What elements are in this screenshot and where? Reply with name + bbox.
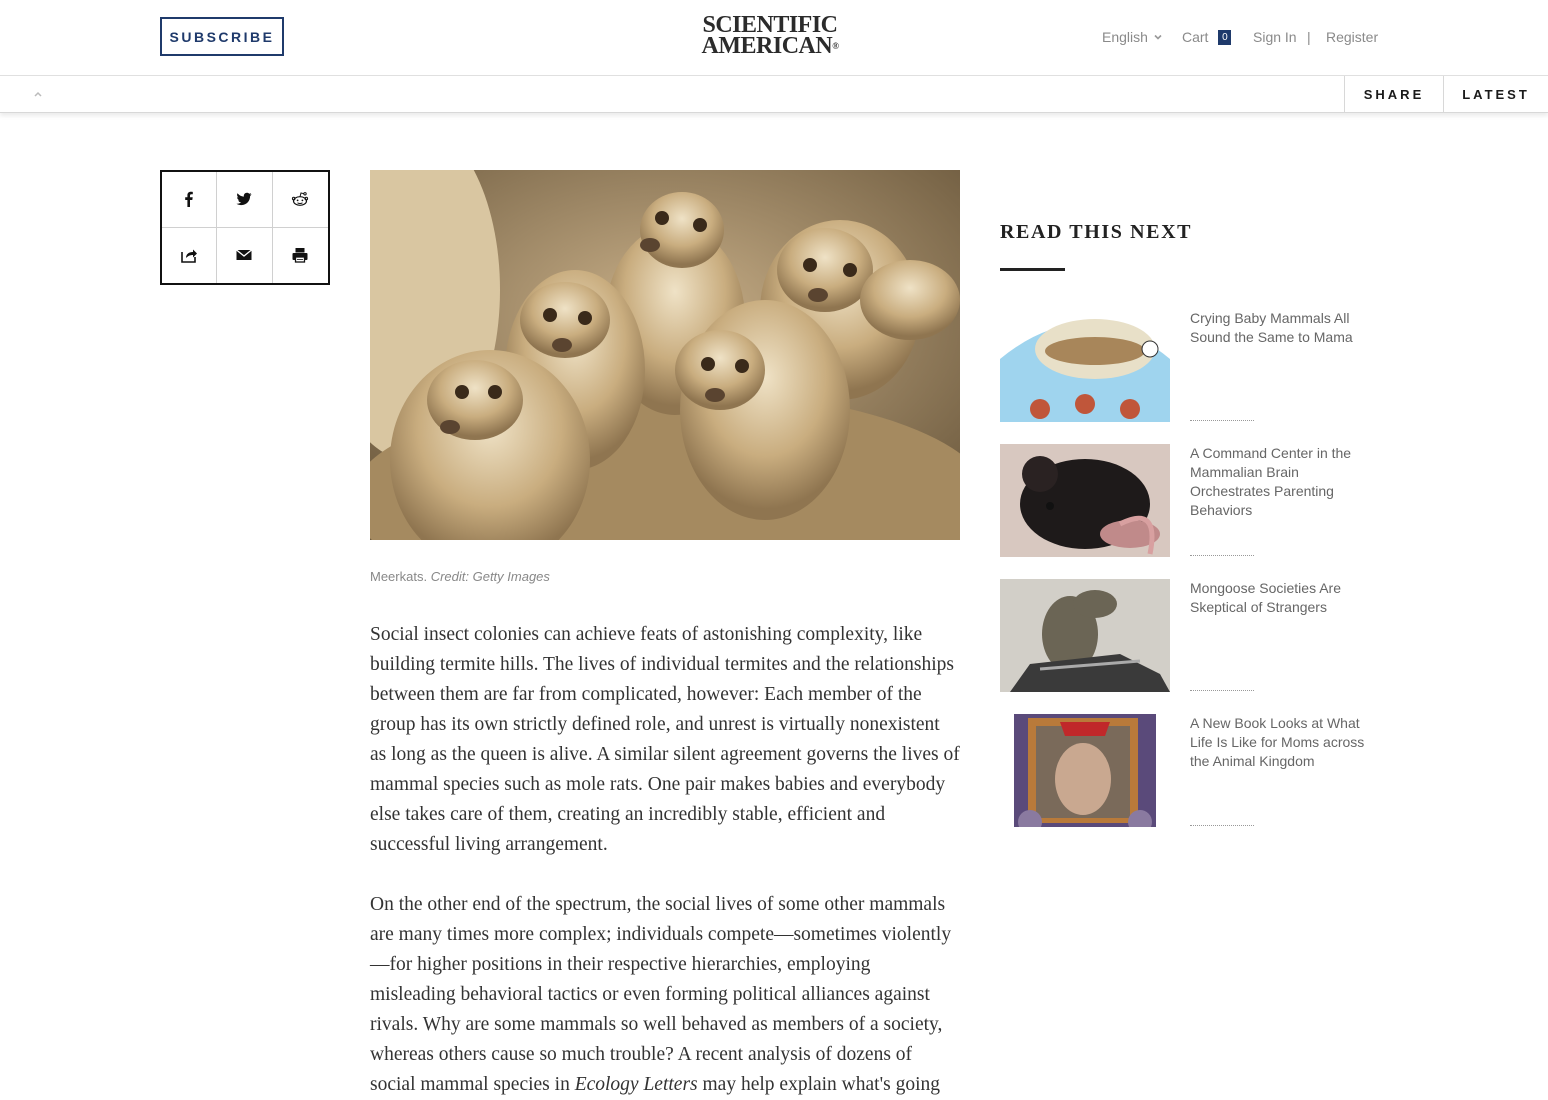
- thumbnail-mongoose: [1000, 579, 1170, 692]
- read-next-title[interactable]: Crying Baby Mammals All Sound the Same t…: [1190, 309, 1375, 347]
- read-next-title[interactable]: Mongoose Societies Are Skeptical of Stra…: [1190, 579, 1375, 617]
- item-divider: [1190, 420, 1254, 421]
- item-divider: [1190, 555, 1254, 556]
- caption-text: Meerkats.: [370, 569, 428, 584]
- language-selector[interactable]: English: [1102, 29, 1164, 45]
- thumbnail-mouse: [1000, 444, 1170, 557]
- reddit-icon: [292, 192, 309, 207]
- site-header: SUBSCRIBE SCIENTIFIC AMERICAN® English C…: [0, 0, 1548, 76]
- read-next-title[interactable]: A Command Center in the Mammalian Brain …: [1190, 444, 1375, 520]
- email-icon: [236, 249, 253, 261]
- share-reddit[interactable]: [272, 172, 328, 228]
- heading-rule: [1000, 268, 1065, 271]
- register-link[interactable]: Register: [1326, 29, 1378, 45]
- article-body: Social insect colonies can achieve feats…: [370, 620, 960, 1100]
- share-print[interactable]: [273, 228, 328, 284]
- twitter-icon: [236, 193, 252, 206]
- logo-line-2: AMERICAN®: [701, 33, 839, 59]
- print-icon: [292, 248, 308, 263]
- share-button[interactable]: SHARE: [1344, 76, 1443, 112]
- read-next-item[interactable]: A Command Center in the Mammalian Brain …: [1000, 444, 1380, 557]
- language-label: English: [1102, 29, 1148, 45]
- sticky-subbar: SHARE LATEST: [0, 76, 1548, 113]
- share-icon: [181, 249, 198, 264]
- article-paragraph-2: On the other end of the spectrum, the so…: [370, 894, 952, 1095]
- share-facebook[interactable]: [162, 172, 218, 228]
- journal-name[interactable]: Ecology Letters: [575, 1074, 698, 1095]
- article-paragraph-1: Social insect colonies can achieve feats…: [370, 624, 960, 855]
- chevron-up-icon[interactable]: [31, 88, 45, 100]
- image-caption: Meerkats. Credit: Getty Images: [370, 569, 550, 584]
- thumbnail-baby-mammals: [1000, 309, 1170, 422]
- share-email[interactable]: [217, 227, 273, 283]
- share-generic[interactable]: [162, 227, 218, 283]
- read-next-item[interactable]: Crying Baby Mammals All Sound the Same t…: [1000, 309, 1380, 422]
- facebook-icon: [185, 192, 193, 208]
- latest-button[interactable]: LATEST: [1443, 76, 1548, 112]
- meerkats-illustration: [370, 170, 960, 540]
- read-next-item[interactable]: Mongoose Societies Are Skeptical of Stra…: [1000, 579, 1380, 692]
- share-twitter[interactable]: [217, 172, 273, 228]
- item-divider: [1190, 690, 1254, 691]
- cart-label: Cart: [1182, 29, 1209, 45]
- subscribe-button[interactable]: SUBSCRIBE: [160, 17, 284, 56]
- cart-link[interactable]: Cart 0: [1182, 29, 1232, 45]
- share-tools: [160, 170, 330, 285]
- read-next-title[interactable]: A New Book Looks at What Life Is Like fo…: [1190, 714, 1375, 771]
- image-credit: Credit: Getty Images: [430, 569, 550, 584]
- chevron-down-icon: [1154, 34, 1162, 40]
- separator: |: [1307, 29, 1311, 45]
- cart-count-badge: 0: [1218, 29, 1232, 45]
- sign-in-link[interactable]: Sign In: [1253, 29, 1297, 45]
- item-divider: [1190, 825, 1254, 826]
- site-logo[interactable]: SCIENTIFIC AMERICAN®: [690, 13, 850, 59]
- hero-image-meerkats: [370, 170, 960, 540]
- read-this-next-heading: READ THIS NEXT: [1000, 221, 1193, 243]
- thumbnail-book: [1000, 714, 1170, 827]
- read-next-item[interactable]: A New Book Looks at What Life Is Like fo…: [1000, 714, 1380, 827]
